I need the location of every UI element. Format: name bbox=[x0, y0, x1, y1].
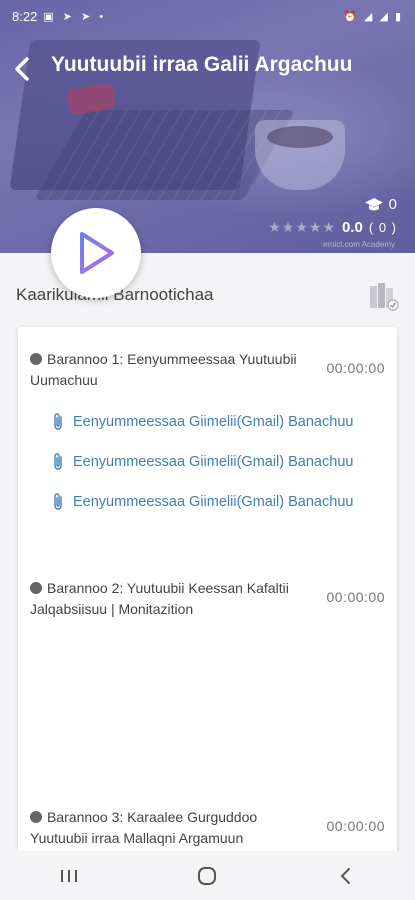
back-icon[interactable] bbox=[316, 856, 376, 896]
lesson-bullet-icon bbox=[30, 353, 42, 365]
lesson-item[interactable]: Barannoo 3: Karaalee Gurguddoo Yuutuubii… bbox=[30, 807, 385, 849]
lesson-bullet-icon bbox=[30, 582, 42, 594]
course-cover-image bbox=[0, 0, 415, 253]
paperclip-icon bbox=[54, 413, 62, 430]
lesson-item[interactable]: Barannoo 1: Eenyummeessaa Yuutuubii Uuma… bbox=[30, 349, 385, 391]
cover-watermark: eroict.com Academy bbox=[322, 240, 395, 249]
recent-apps-icon[interactable] bbox=[39, 856, 99, 896]
rating-stars-icon: ★★★★★ bbox=[268, 219, 337, 235]
rating-value: 0.0 bbox=[342, 219, 363, 236]
system-navigation-bar bbox=[0, 851, 415, 900]
paperclip-icon bbox=[54, 493, 62, 510]
students-count-value: 0 bbox=[388, 196, 397, 213]
books-icon[interactable] bbox=[368, 280, 400, 312]
lesson-item[interactable]: Barannoo 2: Yuutuubii Keessan Kafaltii J… bbox=[30, 578, 385, 620]
status-bar: 8:22 ▣ ➤ ➤ • ⏰ ◢ ◢ ▮ bbox=[0, 0, 415, 32]
attachment-link[interactable]: Eenyummeessaa Giimelii(Gmail) Banachuu bbox=[51, 490, 353, 514]
signal-icon: ◢ bbox=[363, 10, 375, 23]
lesson-title: Barannoo 1: Eenyummeessaa Yuutuubii Uuma… bbox=[30, 351, 297, 388]
attachment-label: Eenyummeessaa Giimelii(Gmail) Banachuu bbox=[73, 454, 354, 470]
signal-icon: ◢ bbox=[379, 10, 390, 23]
back-arrow-icon[interactable] bbox=[12, 54, 36, 86]
attachment-label: Eenyummeessaa Giimelii(Gmail) Banachuu bbox=[73, 494, 354, 510]
play-preview-button[interactable] bbox=[51, 208, 141, 298]
battery-icon: ▮ bbox=[394, 10, 403, 23]
status-time: 8:22 bbox=[12, 8, 38, 24]
telegram-icon: ➤ bbox=[81, 10, 94, 23]
status-right-icons: ⏰ ◢ ◢ ▮ bbox=[343, 10, 403, 23]
lesson-duration: 00:00:00 bbox=[326, 360, 385, 376]
lesson-title: Barannoo 3: Karaalee Gurguddoo Yuutuubii… bbox=[30, 809, 258, 846]
course-rating: ★★★★★ 0.0 ( 0 ) bbox=[268, 219, 397, 236]
image-icon: ▣ bbox=[43, 10, 57, 23]
lesson-bullet-icon bbox=[30, 811, 42, 823]
attachment-label: Eenyummeessaa Giimelii(Gmail) Banachuu bbox=[73, 414, 354, 430]
graduation-cap-icon bbox=[364, 197, 383, 210]
play-icon bbox=[80, 232, 114, 274]
telegram-icon: ➤ bbox=[62, 10, 75, 23]
home-icon[interactable] bbox=[177, 856, 237, 896]
alarm-icon: ⏰ bbox=[343, 10, 359, 23]
lesson-duration: 00:00:00 bbox=[326, 818, 385, 834]
rating-count: ( 0 ) bbox=[368, 220, 397, 235]
attachment-link[interactable]: Eenyummeessaa Giimelii(Gmail) Banachuu bbox=[51, 410, 353, 434]
lesson-duration: 00:00:00 bbox=[326, 589, 385, 605]
lesson-title: Barannoo 2: Yuutuubii Keessan Kafaltii J… bbox=[30, 580, 289, 617]
curriculum-card: Barannoo 1: Eenyummeessaa Yuutuubii Uuma… bbox=[18, 327, 397, 887]
attachment-link[interactable]: Eenyummeessaa Giimelii(Gmail) Banachuu bbox=[51, 450, 353, 474]
dot-icon: • bbox=[99, 10, 107, 23]
cover-overlay bbox=[0, 0, 415, 253]
students-count: 0 bbox=[364, 196, 397, 213]
course-title: Yuutuubii irraa Galii Argachuu bbox=[51, 53, 353, 76]
status-left-icons: ▣ ➤ ➤ • bbox=[43, 10, 106, 23]
paperclip-icon bbox=[54, 453, 62, 470]
